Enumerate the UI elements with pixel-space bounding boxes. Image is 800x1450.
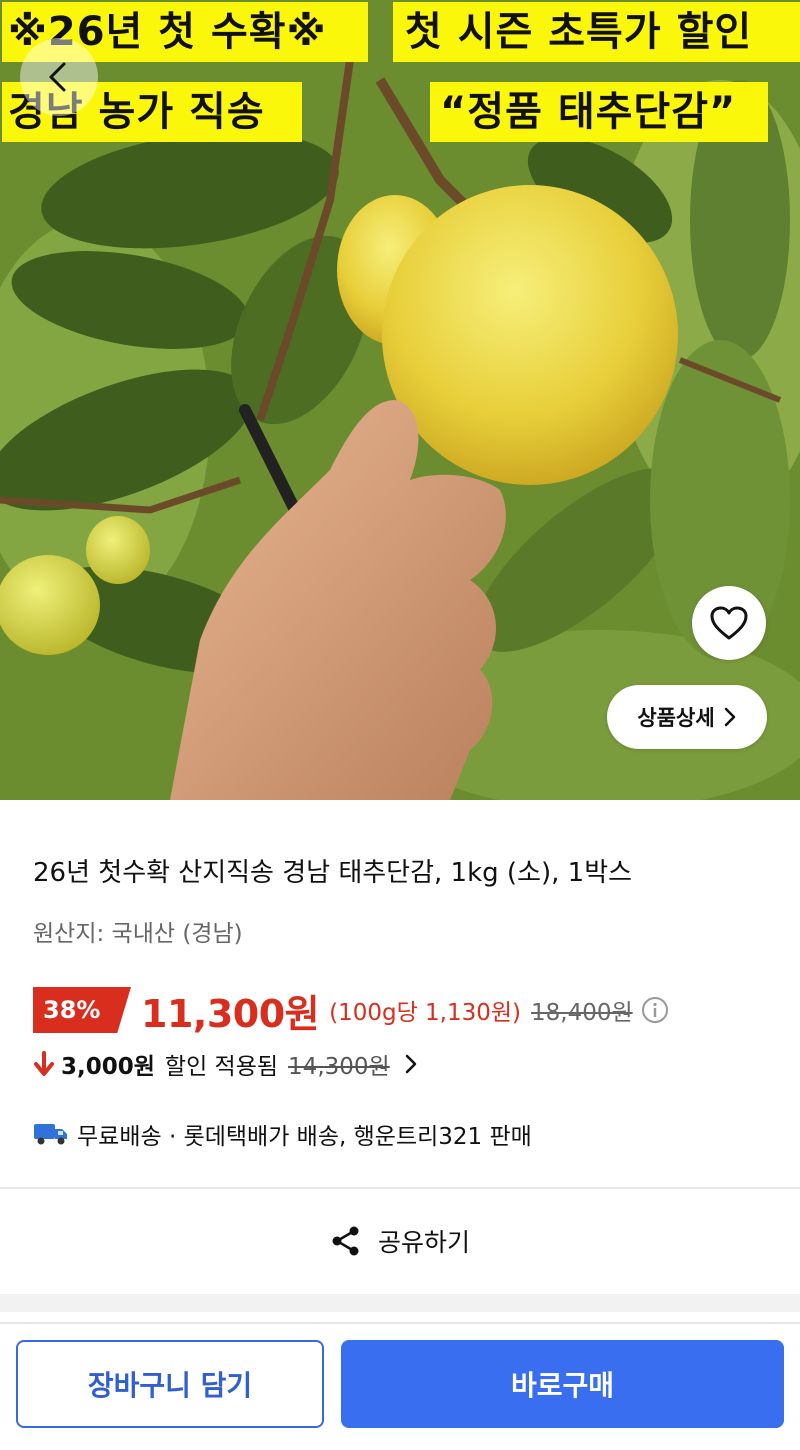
section-separator	[0, 1294, 800, 1312]
delivery-row: 무료배송 · 롯데택배가 배송, 행운트리321 판매	[33, 1114, 532, 1154]
product-detail-label: 상품상세	[637, 706, 715, 730]
chevron-right-icon	[405, 1054, 416, 1074]
delivery-info: 무료배송 · 롯데택배가 배송, 행운트리321 판매	[77, 1124, 532, 1150]
discount-badge: 38%	[33, 987, 131, 1033]
heart-outline-icon	[710, 606, 748, 640]
share-button[interactable]: 공유하기	[0, 1212, 800, 1270]
truck-icon	[34, 1124, 67, 1145]
price-row: 38% 11,300원 (100g당 1,130원) 18,400원	[33, 985, 669, 1036]
banner-first-season-sale: 첫 시즌 초특가 할인	[393, 2, 800, 62]
price-info-button[interactable]	[641, 996, 669, 1024]
chevron-right-icon	[724, 707, 735, 727]
favorite-button[interactable]	[692, 586, 766, 660]
share-label: 공유하기	[377, 1228, 470, 1257]
coupon-row[interactable]: 3,000원 할인 적용됨 14,300원	[33, 1044, 418, 1084]
product-hero-image[interactable]: ※26년 첫 수확※ 첫 시즌 초특가 할인 경남 농가 직송 “정품 태추단감…	[0, 0, 800, 800]
buy-now-button[interactable]: 바로구매	[341, 1340, 784, 1428]
back-button[interactable]	[20, 38, 98, 116]
product-title: 26년 첫수확 산지직송 경남 태추단감, 1kg (소), 1박스	[33, 858, 633, 888]
discount-rate: 38%	[43, 996, 101, 1024]
coupon-amount: 3,000원	[61, 1054, 155, 1080]
info-circle-icon	[641, 997, 668, 1023]
original-price: 18,400원	[531, 1000, 633, 1026]
chevron-left-icon	[49, 62, 66, 92]
add-to-cart-button[interactable]: 장바구니 담기	[16, 1340, 324, 1428]
product-origin: 원산지: 국내산 (경남)	[33, 921, 243, 947]
divider	[0, 1322, 800, 1324]
sale-price: 11,300원	[141, 991, 320, 1036]
coupon-label: 할인 적용됨	[164, 1054, 279, 1080]
coupon-chevron	[404, 1053, 418, 1075]
banner-genuine-product: “정품 태추단감”	[430, 82, 768, 142]
unit-price: (100g당 1,130원)	[329, 1000, 522, 1026]
share-icon	[332, 1226, 359, 1256]
coupon-before-price: 14,300원	[288, 1054, 390, 1080]
product-detail-button[interactable]: 상품상세	[607, 685, 767, 749]
divider	[0, 1187, 800, 1189]
down-arrow-icon	[34, 1051, 54, 1076]
